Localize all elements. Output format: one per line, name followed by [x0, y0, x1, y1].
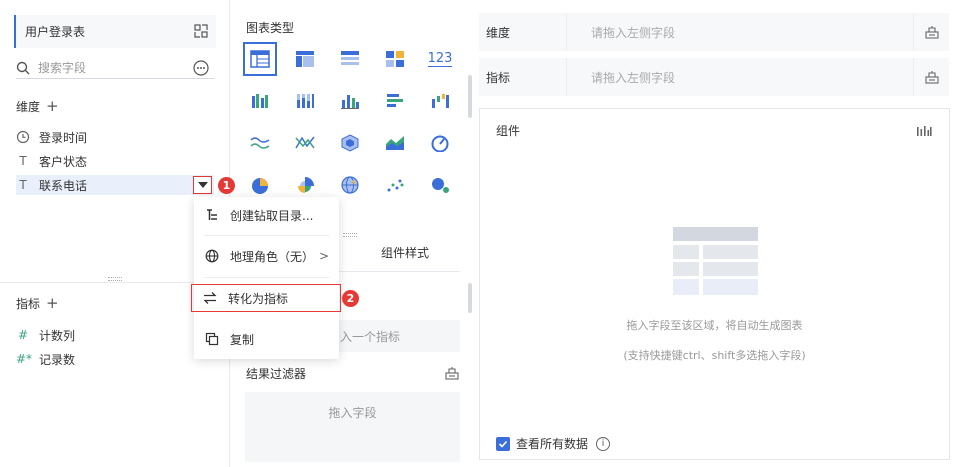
filter-settings-icon[interactable] [445, 366, 459, 380]
dimension-shelf-settings[interactable] [913, 13, 949, 51]
show-all-checkbox[interactable] [496, 436, 510, 451]
shelf-settings-icon [924, 26, 939, 39]
menu-item-create-drill[interactable]: 创建钻取目录... [194, 201, 339, 229]
table-chart-icon[interactable] [243, 42, 277, 76]
metric-shelf-placeholder: 请拖入左侧字段 [591, 70, 676, 85]
step-badge-2: 2 [342, 290, 359, 307]
filter-title: 结果过滤器 [246, 367, 307, 381]
table-selector[interactable]: 用户登录表 [14, 15, 216, 48]
scatter-icon[interactable] [378, 168, 412, 202]
waterfall-icon[interactable] [423, 84, 457, 118]
dimension-field-login-time[interactable]: 登录时间 [16, 127, 87, 147]
add-metric-icon[interactable]: + [46, 296, 59, 311]
dimensions-title: 维度 [16, 100, 41, 114]
tab-component-style[interactable]: 组件样式 [381, 244, 429, 261]
switch-table-icon[interactable] [194, 24, 208, 38]
panel-resize-grip[interactable] [343, 233, 357, 237]
swap-arrows-icon [203, 292, 217, 304]
menu-divider [204, 277, 329, 278]
dimension-shelf-placeholder: 请拖入左侧字段 [591, 25, 676, 40]
canvas-title: 组件 [496, 124, 521, 138]
config-scrollbar[interactable] [468, 283, 472, 313]
search-icon [16, 61, 30, 74]
menu-item-label: 地理角色（无） [230, 249, 315, 264]
chart-bars-icon[interactable] [916, 125, 932, 137]
field-label: 计数列 [39, 328, 76, 343]
grouped-bar-icon[interactable] [243, 84, 277, 118]
area-chart-icon[interactable] [378, 126, 412, 160]
panel-resize-grip[interactable] [108, 277, 122, 281]
chart-type-scrollbar[interactable] [468, 75, 472, 118]
dimension-field-customer-status[interactable]: T 客户状态 [16, 151, 87, 171]
metric-field-count-column[interactable]: # 计数列 [16, 325, 75, 345]
shelf-settings-icon [924, 71, 939, 84]
menu-item-geo-role[interactable]: 地理角色（无） > [194, 242, 339, 270]
dimension-field-phone[interactable]: T 联系电话 [16, 175, 214, 195]
metrics-header: 指标 + [16, 295, 59, 312]
detail-table-icon[interactable] [333, 42, 367, 76]
canvas-hint-secondary: (支持快捷键ctrl、shift多选拖入字段) [623, 349, 806, 362]
metric-shelf-settings[interactable] [913, 58, 949, 96]
horizontal-bar-icon[interactable] [378, 84, 412, 118]
crosstab-chart-icon[interactable] [288, 42, 322, 76]
search-field[interactable] [16, 57, 214, 79]
show-all-data-row: 查看所有数据 i [496, 435, 611, 452]
table-name: 用户登录表 [25, 25, 86, 39]
field-label: 联系电话 [39, 178, 88, 193]
clock-icon [16, 130, 30, 144]
text-type-icon: T [19, 178, 27, 192]
hash-icon: # [17, 328, 29, 342]
empty-chart-illustration [673, 227, 758, 295]
bubble-icon[interactable] [423, 168, 457, 202]
column-chart-icon[interactable] [333, 84, 367, 118]
drill-directory-icon [207, 209, 217, 220]
chart-canvas[interactable]: 组件 拖入字段至该区域，将自动生成图表 (支持快捷键ctrl、shift多选拖入… [479, 108, 950, 460]
radar-icon[interactable] [333, 126, 367, 160]
add-dimension-icon[interactable]: + [46, 99, 59, 114]
globe-icon [205, 249, 219, 263]
dimension-shelf-label: 维度 [479, 13, 567, 51]
filter-drop-zone[interactable]: 拖入字段 [245, 392, 460, 462]
search-input[interactable] [38, 60, 188, 75]
metric-shelf-label: 指标 [479, 58, 567, 96]
more-options-icon[interactable] [193, 60, 209, 76]
gauge-icon[interactable] [423, 126, 457, 160]
metric-field-record-count[interactable]: #* 记录数 [16, 349, 75, 369]
menu-item-label: 转化为指标 [228, 291, 289, 306]
info-icon[interactable]: i [596, 436, 611, 451]
canvas-hint-primary: 拖入字段至该区域，将自动生成图表 [626, 319, 803, 332]
field-label: 记录数 [39, 352, 76, 367]
metric-shelf[interactable]: 指标 请拖入左侧字段 [479, 58, 949, 96]
filter-drop-hint: 拖入字段 [328, 406, 377, 420]
field-label: 登录时间 [39, 130, 88, 145]
menu-divider [204, 235, 329, 236]
number-123-icon[interactable]: 123 [423, 42, 457, 76]
menu-item-copy[interactable]: 复制 [194, 325, 339, 353]
menu-item-convert-to-metric[interactable]: 转化为指标 [191, 284, 341, 312]
multi-line-icon[interactable] [288, 126, 322, 160]
text-type-icon: T [19, 154, 27, 168]
dimension-shelf[interactable]: 维度 请拖入左侧字段 [479, 13, 949, 51]
metric-drop-hint: 入一个指标 [340, 329, 401, 344]
hash-formula-icon: #* [16, 352, 33, 366]
field-context-menu: 创建钻取目录... 地理角色（无） > 转化为指标 复制 [191, 197, 341, 359]
kpi-card-icon[interactable] [378, 42, 412, 76]
show-all-label: 查看所有数据 [516, 437, 589, 451]
menu-item-label: 创建钻取目录... [230, 208, 314, 223]
number-icon-text: 123 [427, 50, 453, 67]
field-dropdown-button[interactable] [193, 176, 212, 194]
chart-type-title: 图表类型 [246, 21, 295, 35]
check-icon [498, 440, 508, 448]
line-chart-icon[interactable] [243, 126, 277, 160]
dimensions-header: 维度 + [16, 98, 59, 115]
copy-icon [205, 332, 219, 346]
metrics-title: 指标 [16, 297, 41, 311]
menu-item-label: 复制 [230, 332, 255, 347]
chevron-right-icon: > [318, 249, 329, 263]
stacked-bar-icon[interactable] [288, 84, 322, 118]
field-label: 客户状态 [39, 154, 88, 169]
caret-down-icon [197, 182, 208, 188]
